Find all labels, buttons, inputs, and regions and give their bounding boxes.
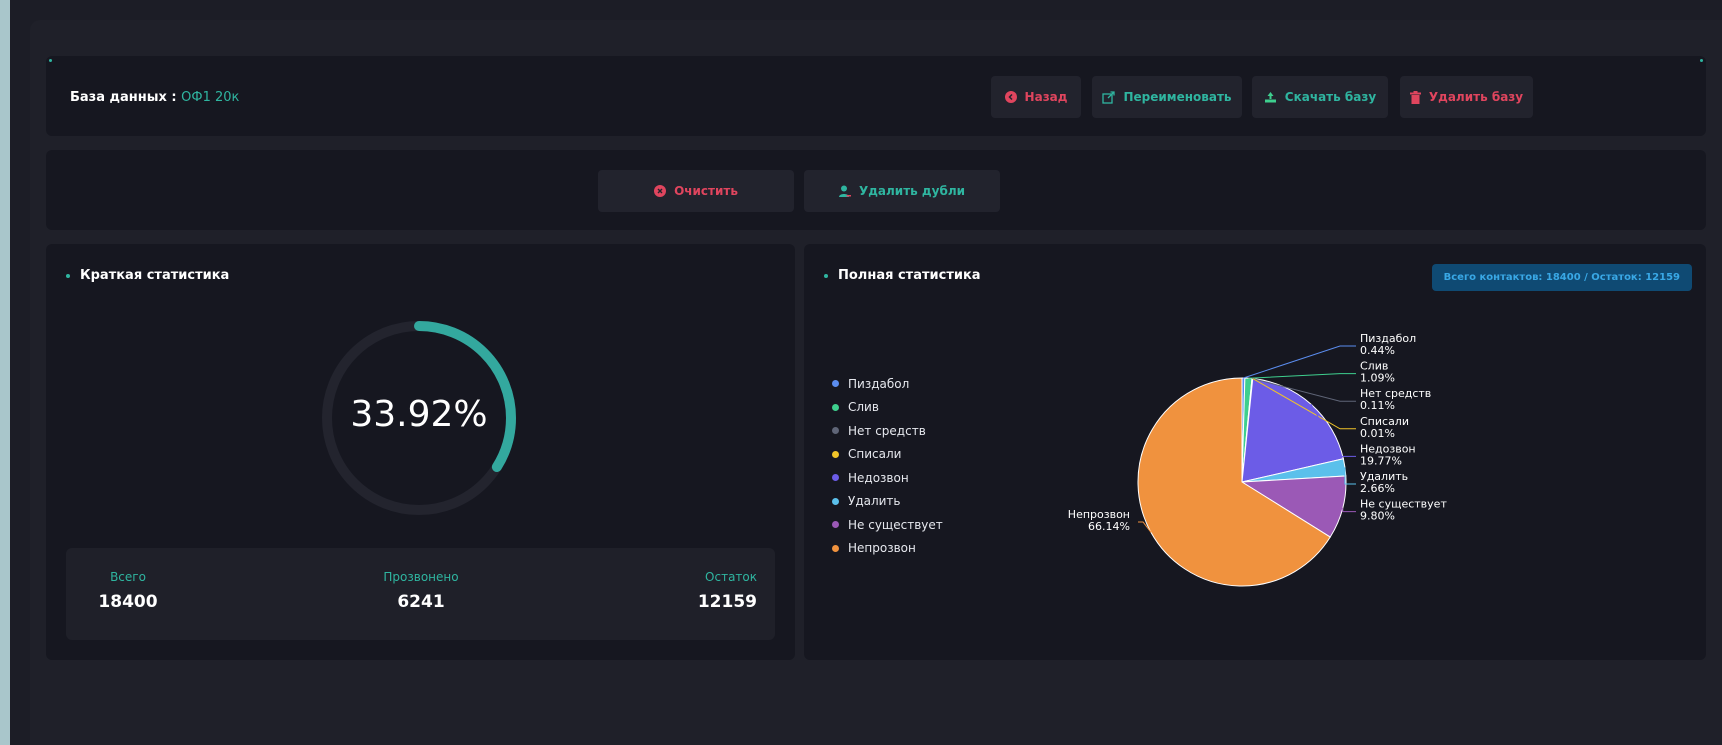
legend-item[interactable]: Пиздабол [832,372,943,396]
database-title: База данных : ОФ1 20к [70,90,239,105]
pie-leader-line [1342,507,1356,513]
clear-button[interactable]: Очистить [598,170,794,212]
legend-label: Не существует [848,517,943,532]
contacts-badge: Всего контактов: 18400 / Остаток: 12159 [1431,264,1692,291]
legend-item[interactable]: Удалить [832,490,943,514]
actions-card: Очистить Удалить дубли [46,150,1706,230]
pie-label-value: 1.09% [1360,372,1395,385]
legend-swatch [832,474,839,482]
chart-legend: Пиздабол Слив Нет средств Списали Недозвон Уд… [832,372,943,560]
back-button-label: Назад [1024,90,1068,104]
pie-label-value: 66.14% [1088,520,1130,533]
legend-item[interactable]: Недозвон [832,466,943,490]
legend-label: Слив [848,400,879,415]
legend-item[interactable]: Непрозвон [832,537,943,561]
pie-leader-line [1344,467,1356,485]
stat-called: Прозвонено 6241 [366,570,476,612]
pie-label-value: 2.66% [1360,482,1395,495]
pie-leader-line [1248,373,1356,379]
pie-label-value: 0.01% [1360,427,1395,440]
rename-button[interactable]: Переименовать [1092,76,1242,118]
corner-dot [1700,59,1703,62]
clear-button-label: Очистить [674,184,738,198]
pie-label-value: 19.77% [1360,454,1402,467]
stat-remaining-value: 12159 [697,592,757,612]
legend-label: Удалить [848,494,901,509]
pie-label-value: 0.44% [1360,344,1395,357]
delete-database-button-label: Удалить базу [1428,90,1524,104]
brief-stats-title: Краткая статистика [66,268,229,283]
legend-label: Пиздабол [848,376,910,391]
legend-swatch [832,380,839,388]
stat-called-label: Прозвонено [383,570,459,584]
full-stats-card: Полная статистика Всего контактов: 18400… [804,244,1706,660]
circle-x-icon [654,185,667,197]
legend-swatch [832,497,839,505]
stats-summary-box: Всего 18400 Прозвонено 6241 Остаток 1215… [66,548,775,640]
legend-swatch [832,427,839,435]
content-frame: База данных : ОФ1 20к Назад Переименоват… [30,20,1722,745]
corner-dot [49,59,52,62]
remove-duplicates-button-label: Удалить дубли [858,184,966,198]
delete-database-button[interactable]: Удалить базу [1400,76,1533,118]
full-stats-title: Полная статистика [824,268,981,283]
user-remove-icon [838,185,851,198]
legend-item[interactable]: Слив [832,396,943,420]
brief-stats-title-text: Краткая статистика [80,268,230,283]
brief-stats-card: Краткая статистика 33.92% Всего 18400 Пр… [46,244,795,660]
rename-button-label: Переименовать [1123,90,1232,104]
stat-called-value: 6241 [397,592,445,612]
title-bullet [824,273,828,278]
external-edit-icon [1102,90,1116,104]
upload-tray-icon [1264,91,1277,103]
legend-item[interactable]: Не существует [832,513,943,537]
stat-remaining-label: Остаток [705,570,757,584]
trash-icon [1409,90,1421,104]
progress-percent: 33.92% [350,394,488,435]
legend-label: Списали [848,447,902,462]
pie-label-value: 0.11% [1360,399,1395,412]
legend-swatch [832,521,839,529]
full-stats-title-text: Полная статистика [838,268,981,283]
legend-item[interactable]: Списали [832,443,943,467]
download-button-label: Скачать базу [1284,90,1377,104]
circle-back-icon [1004,91,1017,103]
remove-duplicates-button[interactable]: Удалить дубли [804,170,1000,212]
header-card: База данных : ОФ1 20к Назад Переименоват… [46,56,1706,136]
database-label: База данных : [70,90,177,105]
stat-total-value: 18400 [98,592,158,612]
pie-label-value: 9.80% [1360,510,1395,523]
title-bullet [66,273,70,278]
stat-total: Всего 18400 [88,570,168,612]
legend-swatch [832,544,839,552]
stat-remaining: Остаток 12159 [677,570,757,612]
app-window: База данных : ОФ1 20к Назад Переименоват… [10,0,1722,745]
legend-swatch [832,403,839,411]
stat-total-label: Всего [110,570,146,584]
legend-label: Недозвон [848,470,909,485]
download-button[interactable]: Скачать базу [1252,76,1388,118]
legend-swatch [832,450,839,458]
legend-label: Непрозвон [848,541,916,556]
legend-item[interactable]: Нет средств [832,419,943,443]
legend-label: Нет средств [848,423,926,438]
back-button[interactable]: Назад [991,76,1081,118]
pie-chart: Пиздабол0.44%Слив1.09%Нет средств0.11%Сп… [1068,332,1447,587]
database-name: ОФ1 20к [181,90,240,105]
